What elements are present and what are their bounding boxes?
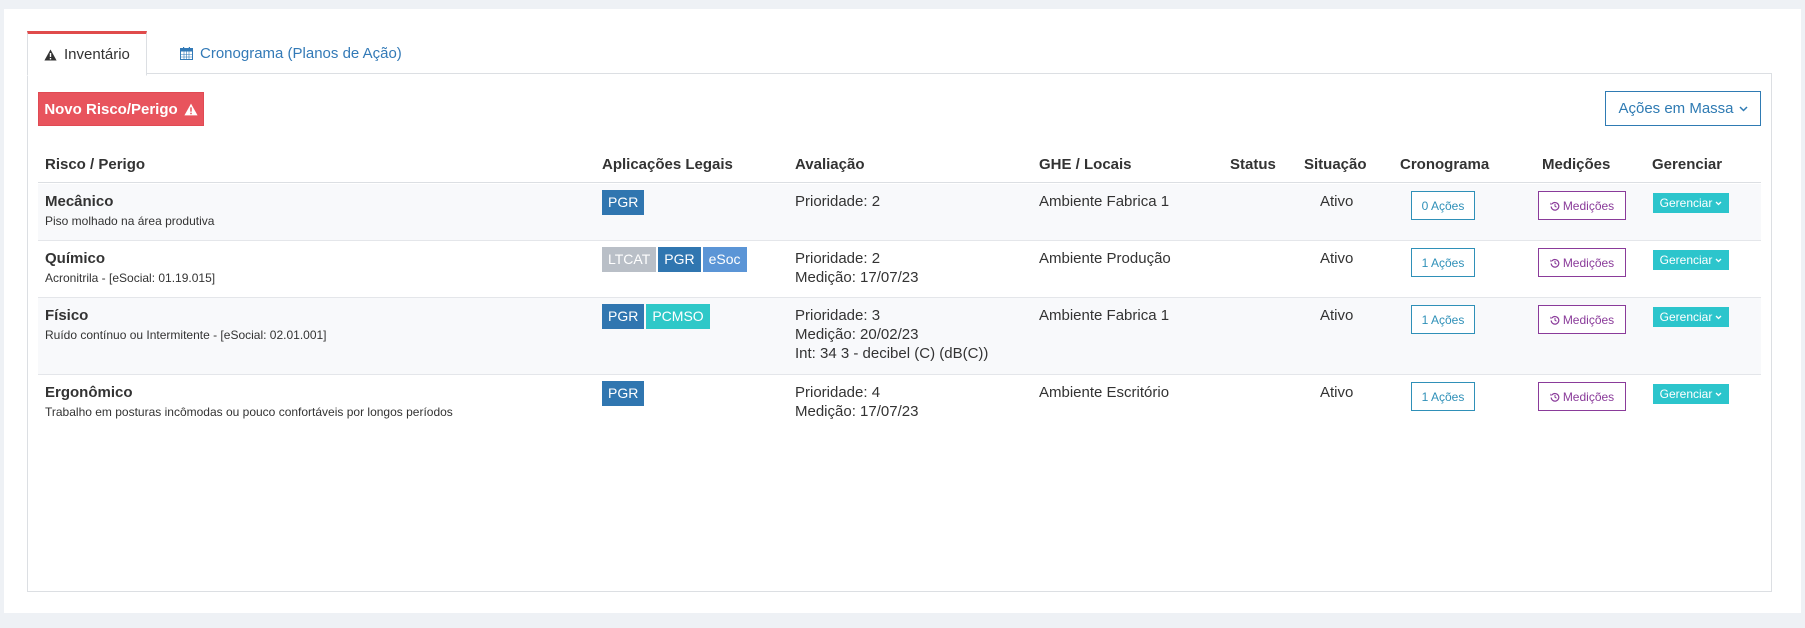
- col-header-gerenciar: Gerenciar: [1652, 156, 1723, 173]
- col-header-risco: Risco / Perigo: [45, 156, 146, 173]
- situacao-value: Ativo: [1320, 250, 1354, 267]
- chevron-down-icon: [1715, 315, 1722, 320]
- medicoes-button[interactable]: Medições: [1538, 382, 1626, 411]
- gerenciar-label: Gerenciar: [1659, 196, 1713, 210]
- col-header-status: Status: [1230, 156, 1276, 173]
- avaliacao-line: Prioridade: 3: [795, 307, 881, 324]
- badge-pgr: PGR: [602, 304, 645, 329]
- ghe-local: Ambiente Fabrica 1: [1039, 193, 1170, 210]
- history-icon: [1550, 201, 1560, 211]
- cronograma-acoes-button[interactable]: 1 Ações: [1411, 248, 1475, 277]
- badge-pgr: PGR: [602, 381, 645, 406]
- cronograma-acoes-button[interactable]: 1 Ações: [1411, 382, 1475, 411]
- risk-description: Ruído contínuo ou Intermitente - [eSocia…: [45, 328, 327, 342]
- gerenciar-button[interactable]: Gerenciar: [1653, 193, 1729, 213]
- badge-esoc: eSoc: [702, 247, 747, 272]
- col-header-aplicacoes: Aplicações Legais: [602, 156, 733, 173]
- warning-icon: [44, 49, 57, 61]
- cronograma-acoes-button[interactable]: 1 Ações: [1411, 305, 1475, 334]
- cronograma-acoes-button[interactable]: 0 Ações: [1411, 191, 1475, 220]
- avaliacao-line: Prioridade: 2: [795, 250, 881, 267]
- novo-risco-label: Novo Risco/Perigo: [44, 100, 178, 118]
- situacao-value: Ativo: [1320, 307, 1354, 324]
- chevron-down-icon: [1715, 392, 1722, 397]
- avaliacao-line: Prioridade: 2: [795, 193, 881, 210]
- risk-description: Piso molhado na área produtiva: [45, 214, 215, 228]
- avaliacao-line: Int: 34 3 - decibel (C) (dB(C)): [795, 345, 989, 362]
- medicoes-label: Medições: [1562, 198, 1615, 213]
- tab-cronograma-label: Cronograma (Planos de Ação): [200, 45, 402, 62]
- gerenciar-label: Gerenciar: [1659, 253, 1713, 267]
- gerenciar-label: Gerenciar: [1659, 387, 1713, 401]
- history-icon: [1550, 315, 1560, 325]
- avaliacao-line: Prioridade: 4: [795, 384, 881, 401]
- medicoes-button[interactable]: Medições: [1538, 191, 1626, 220]
- table-header-divider: [38, 182, 1761, 183]
- ghe-local: Ambiente Fabrica 1: [1039, 307, 1170, 324]
- situacao-value: Ativo: [1320, 193, 1354, 210]
- tab-bar: Inventário Cronograma (Planos de Ação): [27, 21, 1801, 76]
- risk-description: Acronitrila - [eSocial: 01.19.015]: [45, 271, 216, 285]
- col-header-medicoes: Medições: [1542, 156, 1611, 173]
- gerenciar-button[interactable]: Gerenciar: [1653, 307, 1729, 327]
- novo-risco-button[interactable]: Novo Risco/Perigo: [38, 92, 204, 126]
- ghe-local: Ambiente Escritório: [1039, 384, 1170, 401]
- col-header-avaliacao: Avaliação: [795, 156, 865, 173]
- badge-pcmso: PCMSO: [646, 304, 710, 329]
- avaliacao-line: Medição: 17/07/23: [795, 269, 919, 286]
- avaliacao-line: Medição: 20/02/23: [795, 326, 919, 343]
- col-header-situacao: Situação: [1304, 156, 1367, 173]
- warning-icon: [184, 103, 198, 116]
- chevron-down-icon: [1738, 105, 1748, 112]
- situacao-value: Ativo: [1320, 384, 1354, 401]
- col-header-cronograma: Cronograma: [1400, 156, 1490, 173]
- tab-inventario[interactable]: Inventário: [27, 31, 147, 76]
- tab-cronograma[interactable]: Cronograma (Planos de Ação): [164, 31, 418, 76]
- acoes-em-massa-label: Ações em Massa: [1618, 100, 1734, 117]
- table-row: Ergonômico Trabalho em posturas incômoda…: [38, 375, 1761, 432]
- medicoes-label: Medições: [1562, 389, 1615, 404]
- risk-title: Químico: [45, 250, 106, 267]
- risk-title: Ergonômico: [45, 384, 133, 401]
- risk-description: Trabalho em posturas incômodas ou pouco …: [45, 405, 453, 419]
- chevron-down-icon: [1715, 258, 1722, 263]
- badge-pgr: PGR: [602, 190, 645, 215]
- medicoes-button[interactable]: Medições: [1538, 305, 1626, 334]
- calendar-icon: [180, 47, 193, 60]
- risk-title: Físico: [45, 307, 89, 324]
- ghe-local: Ambiente Produção: [1039, 250, 1171, 267]
- table-row: Físico Ruído contínuo ou Intermitente - …: [38, 298, 1761, 375]
- gerenciar-button[interactable]: Gerenciar: [1653, 384, 1729, 404]
- medicoes-button[interactable]: Medições: [1538, 248, 1626, 277]
- inventario-panel: Novo Risco/Perigo Ações em Massa Risco /…: [27, 73, 1772, 592]
- badge-ltcat: LTCAT: [602, 247, 657, 272]
- col-header-ghe: GHE / Locais: [1039, 156, 1132, 173]
- table-row: Químico Acronitrila - [eSocial: 01.19.01…: [38, 241, 1761, 298]
- avaliacao-line: Medição: 17/07/23: [795, 403, 919, 420]
- table-row: Mecânico Piso molhado na área produtiva …: [38, 184, 1761, 241]
- tab-inventario-label: Inventário: [64, 46, 130, 63]
- acoes-em-massa-button[interactable]: Ações em Massa: [1605, 91, 1761, 126]
- medicoes-label: Medições: [1562, 312, 1615, 327]
- medicoes-label: Medições: [1562, 255, 1615, 270]
- gerenciar-button[interactable]: Gerenciar: [1653, 250, 1729, 270]
- content-card: Inventário Cronograma (Planos de Ação) N…: [4, 9, 1801, 613]
- badge-pgr: PGR: [658, 247, 701, 272]
- history-icon: [1550, 392, 1560, 402]
- gerenciar-label: Gerenciar: [1659, 310, 1713, 324]
- risk-title: Mecânico: [45, 193, 114, 210]
- chevron-down-icon: [1715, 201, 1722, 206]
- history-icon: [1550, 258, 1560, 268]
